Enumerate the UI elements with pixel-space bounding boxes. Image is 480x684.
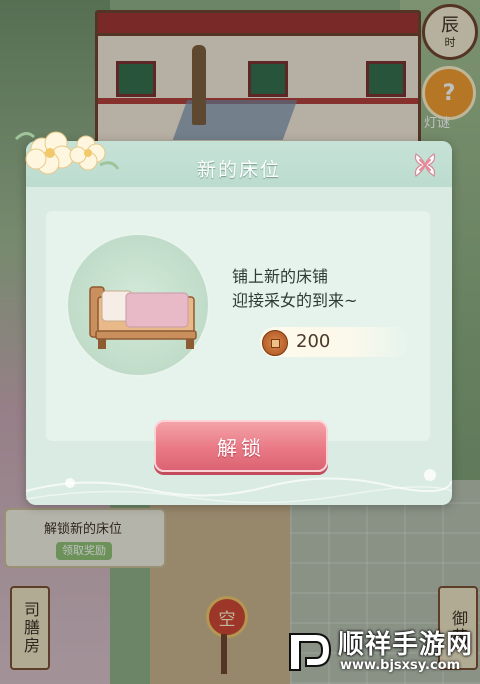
bed-description: 铺上新的床铺 迎接采女的到来~	[232, 265, 357, 313]
close-icon	[414, 153, 436, 177]
unlock-label: 解锁	[217, 435, 265, 460]
site-logo-icon	[289, 633, 332, 671]
description-line-2: 迎接采女的到来~	[232, 291, 358, 310]
bed-preview	[66, 233, 210, 377]
bed-icon	[89, 286, 197, 349]
site-watermark: 顺祥手游网 www.bjsxsy.com	[282, 622, 478, 682]
flower-decoration-icon	[14, 131, 120, 175]
unlock-button[interactable]: 解锁	[154, 420, 328, 472]
copper-coin-icon	[262, 330, 288, 356]
new-bed-dialog: 新的床位 铺上新的床铺 迎接采女的到来~ 200 解锁	[14, 131, 452, 505]
watermark-name: 顺祥手游网	[338, 630, 474, 660]
close-button[interactable]	[410, 150, 440, 180]
cost-value: 200	[296, 331, 331, 352]
description-line-1: 铺上新的床铺	[232, 267, 329, 286]
watermark-url: www.bjsxsy.com	[340, 658, 461, 673]
unlock-cost: 200	[260, 327, 410, 357]
